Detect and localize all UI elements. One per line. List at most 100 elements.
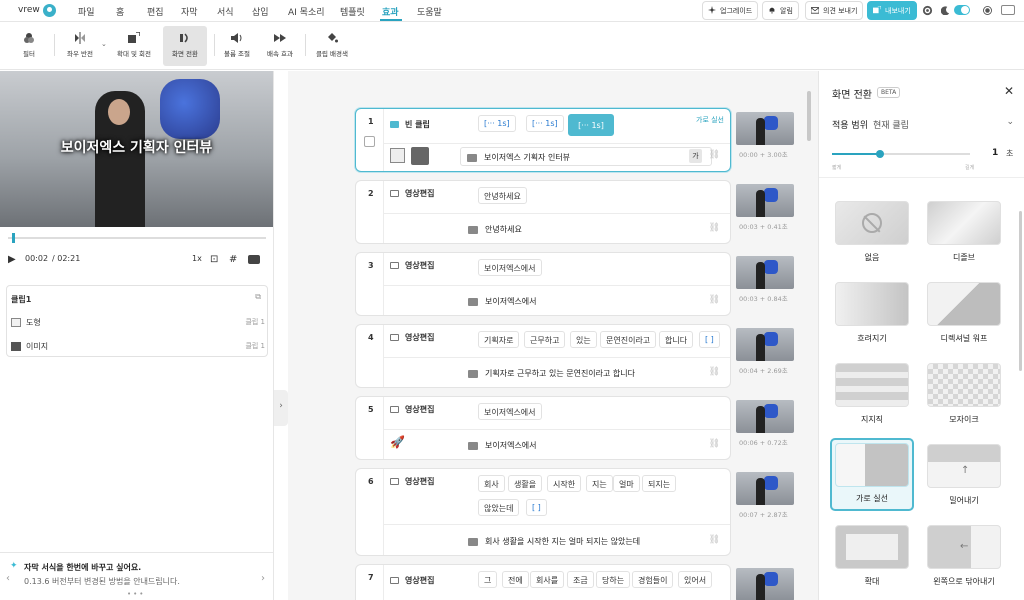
word-chip[interactable]: 있는 — [570, 331, 597, 348]
subtitle-toggle-icon[interactable] — [248, 255, 260, 264]
menu-help[interactable]: 도움말 — [417, 5, 442, 18]
clip-bgcolor-tool[interactable]: 클립 배경색 — [312, 26, 352, 66]
close-icon[interactable]: ✕ — [1004, 84, 1014, 98]
timeline-scrubber[interactable] — [8, 233, 266, 243]
clip-object-row[interactable]: 도형 클립 1 — [11, 317, 265, 328]
transition-mosaic[interactable]: 모자이크 — [927, 363, 1001, 425]
subtitle-style-button[interactable]: 가 — [689, 149, 702, 163]
silence-chip[interactable]: [··· 1s] — [478, 115, 516, 132]
subtitle-line[interactable]: 기획자로 근무하고 있는 문연진이라고 합니다 — [468, 368, 635, 379]
word-chip[interactable]: 그 — [478, 571, 498, 588]
menu-template[interactable]: 템플릿 — [340, 5, 365, 18]
clip-card-6[interactable]: 6 영상편집 회사 생활을 시작한 지는 얼마 되지는 않았는데 [ ] 회사 … — [355, 468, 731, 556]
clip-thumbnail[interactable] — [736, 472, 794, 505]
menu-effects[interactable]: 효과 — [382, 5, 399, 18]
transition-directional-warp[interactable]: 디렉셔널 워프 — [927, 282, 1001, 344]
transition-horizontal-line[interactable]: 가로 실선 — [830, 438, 914, 511]
menu-file[interactable]: 파일 — [78, 5, 95, 18]
silence-chip[interactable]: [··· 1s] — [526, 115, 564, 132]
clip-thumbnail[interactable] — [736, 184, 794, 217]
grid-icon[interactable]: # — [229, 254, 237, 265]
word-chip[interactable]: 문연진이라고 — [600, 331, 657, 348]
gear-icon[interactable] — [922, 5, 933, 16]
duration-handle[interactable] — [876, 150, 885, 158]
clip-card-7[interactable]: 7 영상편집 그 전에 회사를 조금 당하는 경험들이 있어서 — [355, 564, 731, 600]
duration-slider[interactable] — [832, 150, 970, 158]
subtitle-field[interactable]: 보이저엑스 기획자 인터뷰 — [460, 147, 712, 166]
flip-tool[interactable]: 좌우 반전 — [62, 26, 98, 66]
clip-list-scrollbar[interactable] — [807, 91, 811, 141]
link-icon[interactable]: ⛓ — [709, 150, 720, 160]
menu-home[interactable]: 홈 — [116, 5, 124, 18]
word-chip[interactable]: 근무하고 — [524, 331, 566, 348]
clip-card-3[interactable]: 3 영상편집 보이저엑스에서 보이저엑스에서 ⛓ — [355, 252, 731, 316]
clip-card-2[interactable]: 2 영상편집 안녕하세요 안녕하세요 ⛓ — [355, 180, 731, 244]
silence-chip-selected[interactable]: [··· 1s] — [568, 114, 614, 136]
link-icon[interactable]: ⛓ — [709, 295, 720, 305]
word-chip[interactable]: 경험들이 — [632, 571, 674, 588]
word-chip[interactable]: 않았는데 — [478, 499, 520, 516]
filter-tool[interactable]: 필터 — [14, 26, 44, 66]
word-chip[interactable]: 기획자로 — [478, 331, 520, 348]
word-chip[interactable]: 회사 — [478, 475, 505, 492]
word-chip[interactable]: 지는 — [586, 475, 613, 492]
clip-card-5[interactable]: 5 영상편집 보이저엑스에서 🚀 보이저엑스에서 ⛓ — [355, 396, 731, 460]
silence-chip[interactable]: [ ] — [699, 331, 720, 348]
window-icon[interactable] — [1001, 5, 1015, 15]
link-icon[interactable]: ⛓ — [709, 439, 720, 449]
word-chip[interactable]: 회사를 — [530, 571, 565, 588]
word-chip[interactable]: 당하는 — [596, 571, 631, 588]
alarm-button[interactable]: 알림 — [762, 1, 799, 20]
word-chip[interactable]: 시작한 — [547, 475, 582, 492]
word-chip[interactable]: 조금 — [567, 571, 594, 588]
speed-selector[interactable]: 1x — [192, 254, 202, 263]
tip-prev-icon[interactable]: ‹ — [6, 573, 10, 584]
clip-thumbnail[interactable] — [736, 400, 794, 433]
clip-thumbnail[interactable] — [736, 328, 794, 361]
link-icon[interactable]: ⛓ — [709, 535, 720, 545]
link-icon[interactable]: ⛓ — [709, 223, 720, 233]
word-chip[interactable]: 전에 — [502, 571, 529, 588]
volume-tool[interactable]: 볼륨 조절 — [220, 26, 254, 66]
link-icon[interactable]: ⛓ — [709, 367, 720, 377]
menu-insert[interactable]: 삽입 — [252, 5, 269, 18]
menu-format[interactable]: 서식 — [217, 5, 234, 18]
scope-selector[interactable]: 적용 범위 현재 클립 — [832, 118, 909, 131]
clip-thumbnail[interactable] — [736, 112, 794, 145]
word-chip[interactable]: 생활을 — [508, 475, 543, 492]
video-preview[interactable]: 보이저엑스 기획자 인터뷰 — [0, 71, 273, 227]
zoom-rotate-tool[interactable]: 확대 및 회전 — [112, 26, 156, 66]
transition-fade[interactable]: 흐려지기 — [835, 282, 909, 344]
clip-card-1[interactable]: 1 빈 클립 [··· 1s] [··· 1s] [··· 1s] 가로 실선 … — [355, 108, 731, 172]
export-button[interactable]: 내보내기 — [867, 1, 917, 20]
speed-tool[interactable]: 배속 효과 — [262, 26, 298, 66]
transition-none[interactable]: 없음 — [835, 201, 909, 263]
word-chip[interactable]: 합니다 — [659, 331, 694, 348]
word-chip[interactable]: 되지는 — [642, 475, 677, 492]
word-chip[interactable]: 있어서 — [678, 571, 713, 588]
transition-tool[interactable]: 화면 전환 — [163, 26, 207, 66]
transition-zoom[interactable]: 확대 — [835, 525, 909, 587]
feedback-button[interactable]: 의견 보내기 — [805, 1, 864, 20]
collapse-left-pane-button[interactable]: › — [274, 390, 288, 426]
clip-card-4[interactable]: 4 영상편집 기획자로 근무하고 있는 문연진이라고 합니다 [ ] 기획자로 … — [355, 324, 731, 388]
clip-object-row[interactable]: 이미지 클립 1 — [11, 341, 265, 352]
clip-thumbnail[interactable] — [736, 568, 794, 600]
menu-edit[interactable]: 편집 — [147, 5, 164, 18]
silence-chip[interactable]: [ ] — [526, 499, 547, 516]
clip-checkbox[interactable] — [364, 136, 375, 147]
subtitle-line[interactable]: 보이저엑스에서 — [468, 440, 537, 451]
shape-thumb[interactable] — [390, 148, 405, 163]
tip-next-icon[interactable]: › — [261, 573, 265, 584]
word-chip[interactable]: 보이저엑스에서 — [478, 259, 542, 276]
word-chip[interactable]: 얼마 — [613, 475, 640, 492]
transition-push[interactable]: ↑ 밀어내기 — [927, 444, 1001, 506]
chevron-down-icon[interactable]: ⌄ — [1006, 117, 1014, 127]
theme-toggle[interactable] — [954, 5, 970, 15]
word-chip[interactable]: 보이저엑스에서 — [478, 403, 542, 420]
transition-glitch[interactable]: 지지직 — [835, 363, 909, 425]
image-thumb[interactable] — [411, 147, 429, 165]
scrubber-handle[interactable] — [11, 233, 15, 243]
subtitle-line[interactable]: 안녕하세요 — [468, 224, 522, 235]
flip-dropdown-chevron-icon[interactable]: ⌄ — [101, 40, 107, 48]
